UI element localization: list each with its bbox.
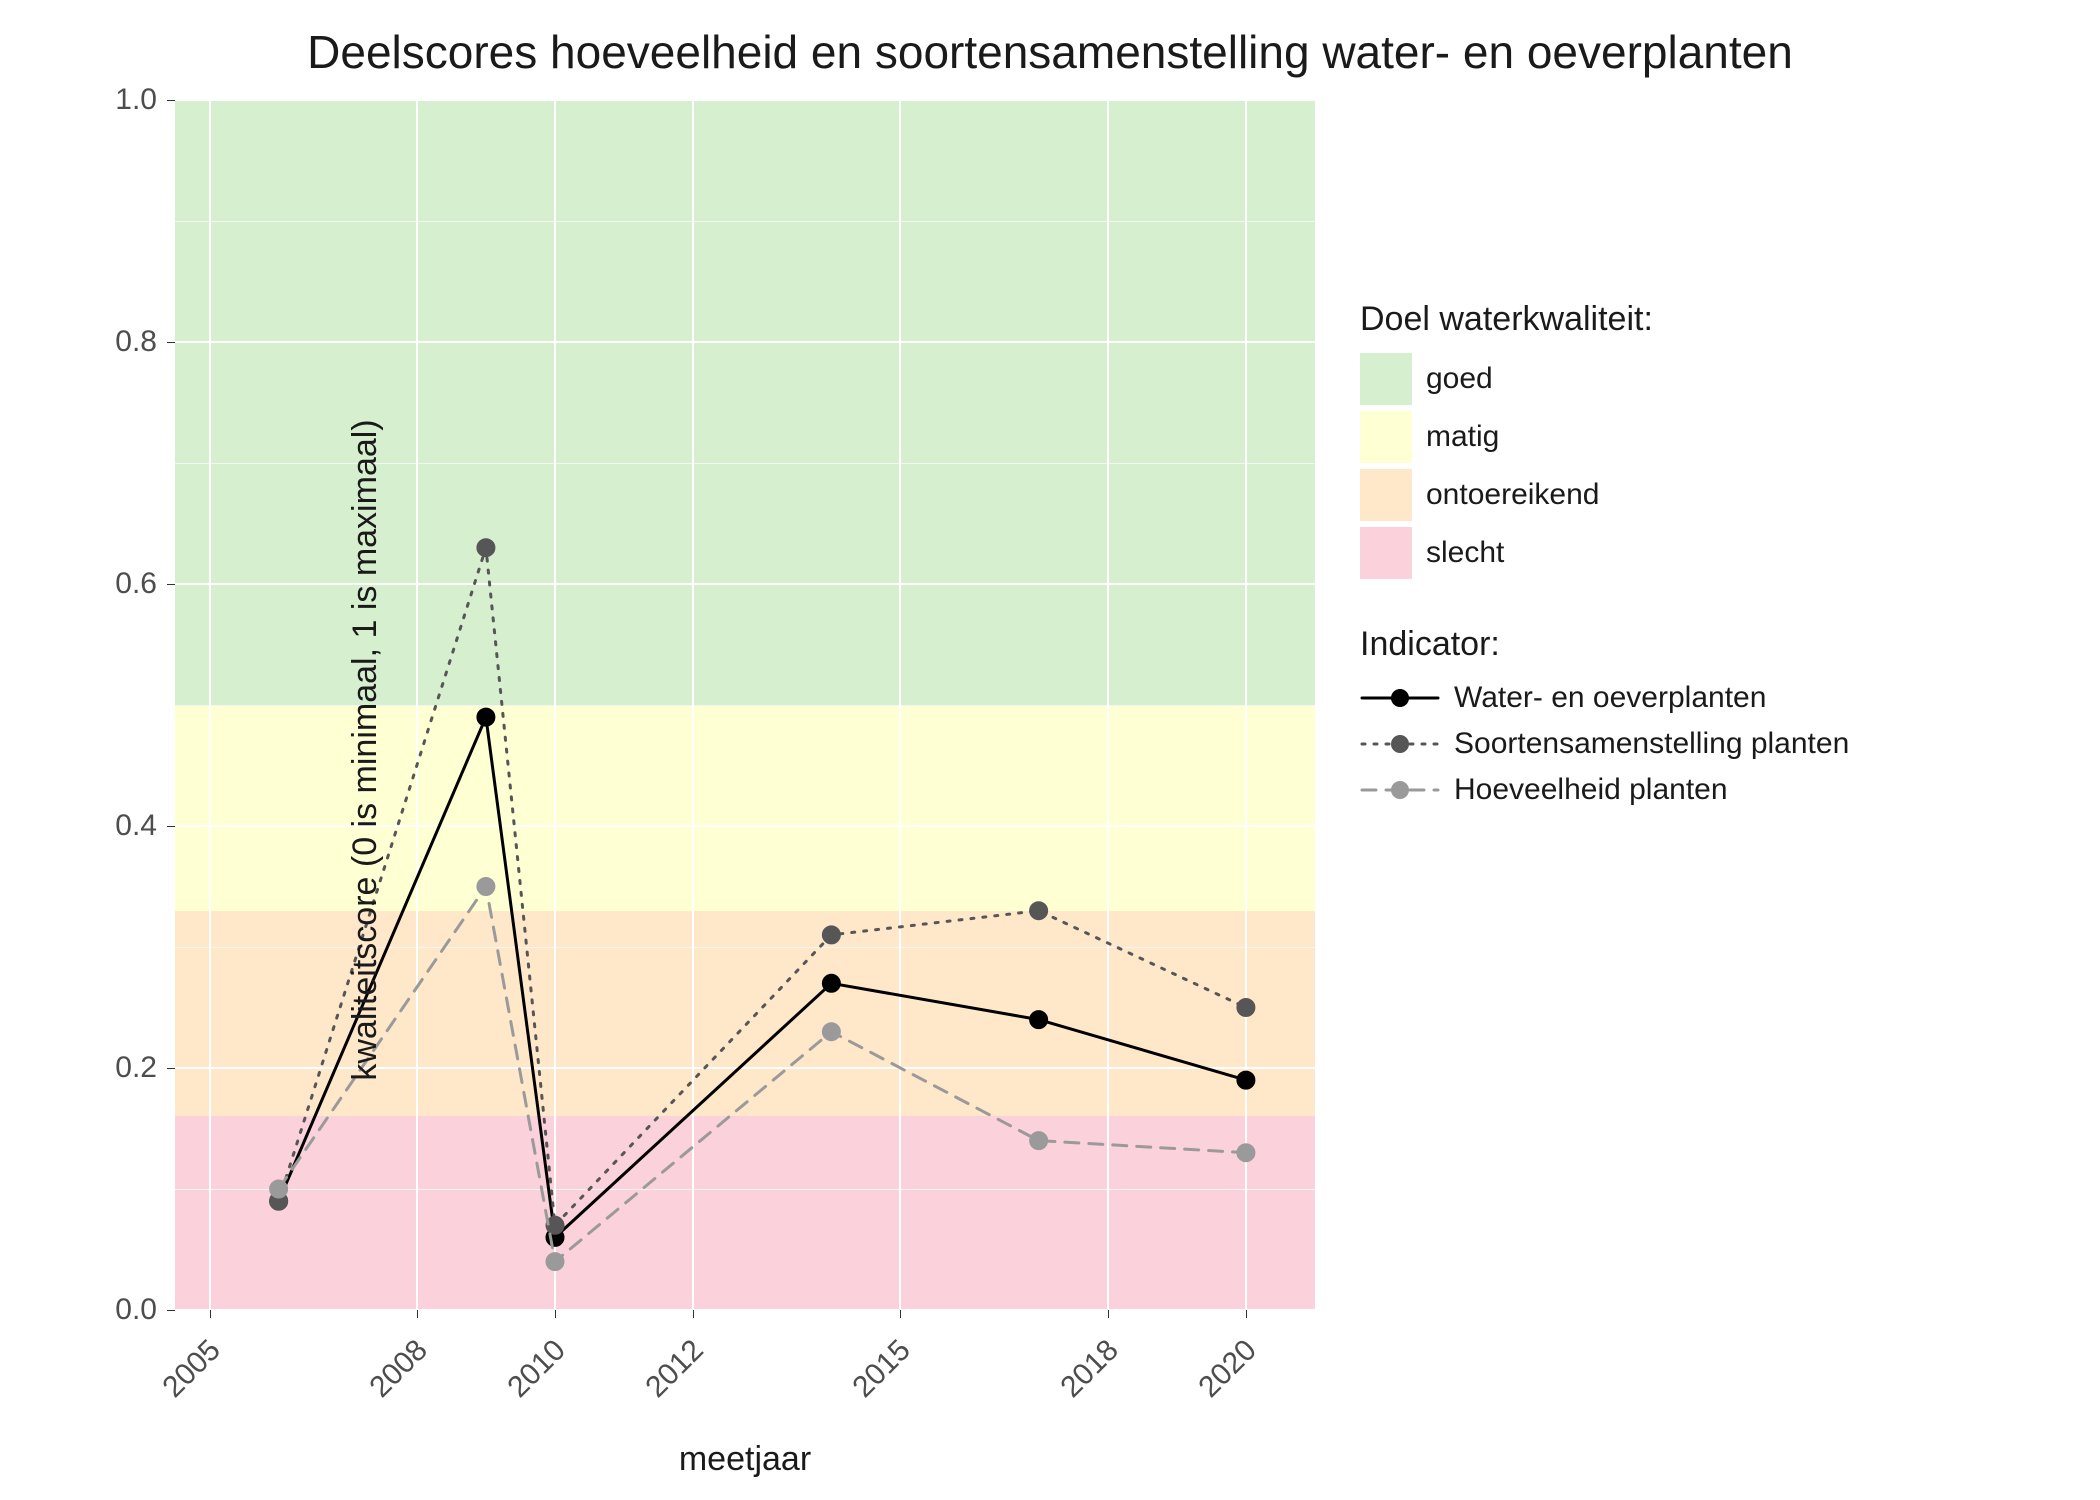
legend-series-label: Soortensamenstelling planten xyxy=(1454,727,1849,761)
series-line xyxy=(279,717,1246,1237)
legend-band-item: slecht xyxy=(1360,527,2060,579)
data-point xyxy=(1030,1011,1048,1029)
x-tick-label: 2012 xyxy=(640,1333,711,1404)
data-point xyxy=(1030,902,1048,920)
data-point xyxy=(822,1023,840,1041)
x-tick-label: 2020 xyxy=(1192,1333,1263,1404)
y-tick-label: 1.0 xyxy=(97,83,157,117)
data-point xyxy=(477,878,495,896)
data-point xyxy=(477,708,495,726)
legend-band-item: goed xyxy=(1360,353,2060,405)
x-tick xyxy=(555,1310,556,1318)
x-tick xyxy=(693,1310,694,1318)
legend-line-sample xyxy=(1360,678,1440,718)
data-point xyxy=(822,926,840,944)
data-point xyxy=(1237,999,1255,1017)
y-tick-label: 0.2 xyxy=(97,1051,157,1085)
legend-series-item: Soortensamenstelling planten xyxy=(1360,724,2060,764)
y-tick xyxy=(167,100,175,101)
data-point xyxy=(822,974,840,992)
y-tick-label: 0.4 xyxy=(97,809,157,843)
data-point xyxy=(546,1253,564,1271)
legend-series-label: Water- en oeverplanten xyxy=(1454,681,1766,715)
x-tick xyxy=(1108,1310,1109,1318)
legend-swatch xyxy=(1360,469,1412,521)
legend-band-item: matig xyxy=(1360,411,2060,463)
legend-series-title: Indicator: xyxy=(1360,625,2060,664)
x-tick xyxy=(210,1310,211,1318)
y-tick-label: 0.0 xyxy=(97,1293,157,1327)
legend-series-item: Hoeveelheid planten xyxy=(1360,770,2060,810)
legend-band-label: matig xyxy=(1426,420,1499,454)
y-tick xyxy=(167,1310,175,1311)
legend-series-item: Water- en oeverplanten xyxy=(1360,678,2060,718)
x-tick-label: 2008 xyxy=(363,1333,434,1404)
legend-swatch xyxy=(1360,527,1412,579)
x-tick-label: 2005 xyxy=(156,1333,227,1404)
x-tick xyxy=(900,1310,901,1318)
data-point xyxy=(1030,1132,1048,1150)
legend-bands-title: Doel waterkwaliteit: xyxy=(1360,300,2060,339)
figure: Deelscores hoeveelheid en soortensamenst… xyxy=(0,0,2100,1500)
y-axis-title: kwaliteitscore (0 is minimaal, 1 is maxi… xyxy=(346,419,385,1080)
y-tick xyxy=(167,342,175,343)
series-line xyxy=(279,548,1246,1226)
legend-line-sample xyxy=(1360,770,1440,810)
x-axis-title: meetjaar xyxy=(175,1440,1315,1479)
x-tick-label: 2018 xyxy=(1054,1333,1125,1404)
x-tick xyxy=(417,1310,418,1318)
y-tick-label: 0.6 xyxy=(97,567,157,601)
x-tick xyxy=(1246,1310,1247,1318)
x-tick-label: 2010 xyxy=(501,1333,572,1404)
data-point xyxy=(1237,1071,1255,1089)
legend-swatch xyxy=(1360,411,1412,463)
y-tick xyxy=(167,826,175,827)
data-point xyxy=(270,1180,288,1198)
legend-line-sample xyxy=(1360,724,1440,764)
legend-swatch xyxy=(1360,353,1412,405)
x-tick-label: 2015 xyxy=(847,1333,918,1404)
chart-title: Deelscores hoeveelheid en soortensamenst… xyxy=(0,25,2100,79)
legend-band-label: goed xyxy=(1426,362,1493,396)
y-tick xyxy=(167,1068,175,1069)
legend-band-label: slecht xyxy=(1426,536,1504,570)
y-tick xyxy=(167,584,175,585)
y-tick-label: 0.8 xyxy=(97,325,157,359)
legend: Doel waterkwaliteit: goed matig ontoereike… xyxy=(1360,300,2060,816)
data-point xyxy=(477,539,495,557)
legend-band-item: ontoereikend xyxy=(1360,469,2060,521)
legend-series-label: Hoeveelheid planten xyxy=(1454,773,1728,807)
series-line xyxy=(279,887,1246,1262)
legend-band-label: ontoereikend xyxy=(1426,478,1599,512)
data-point xyxy=(1237,1144,1255,1162)
